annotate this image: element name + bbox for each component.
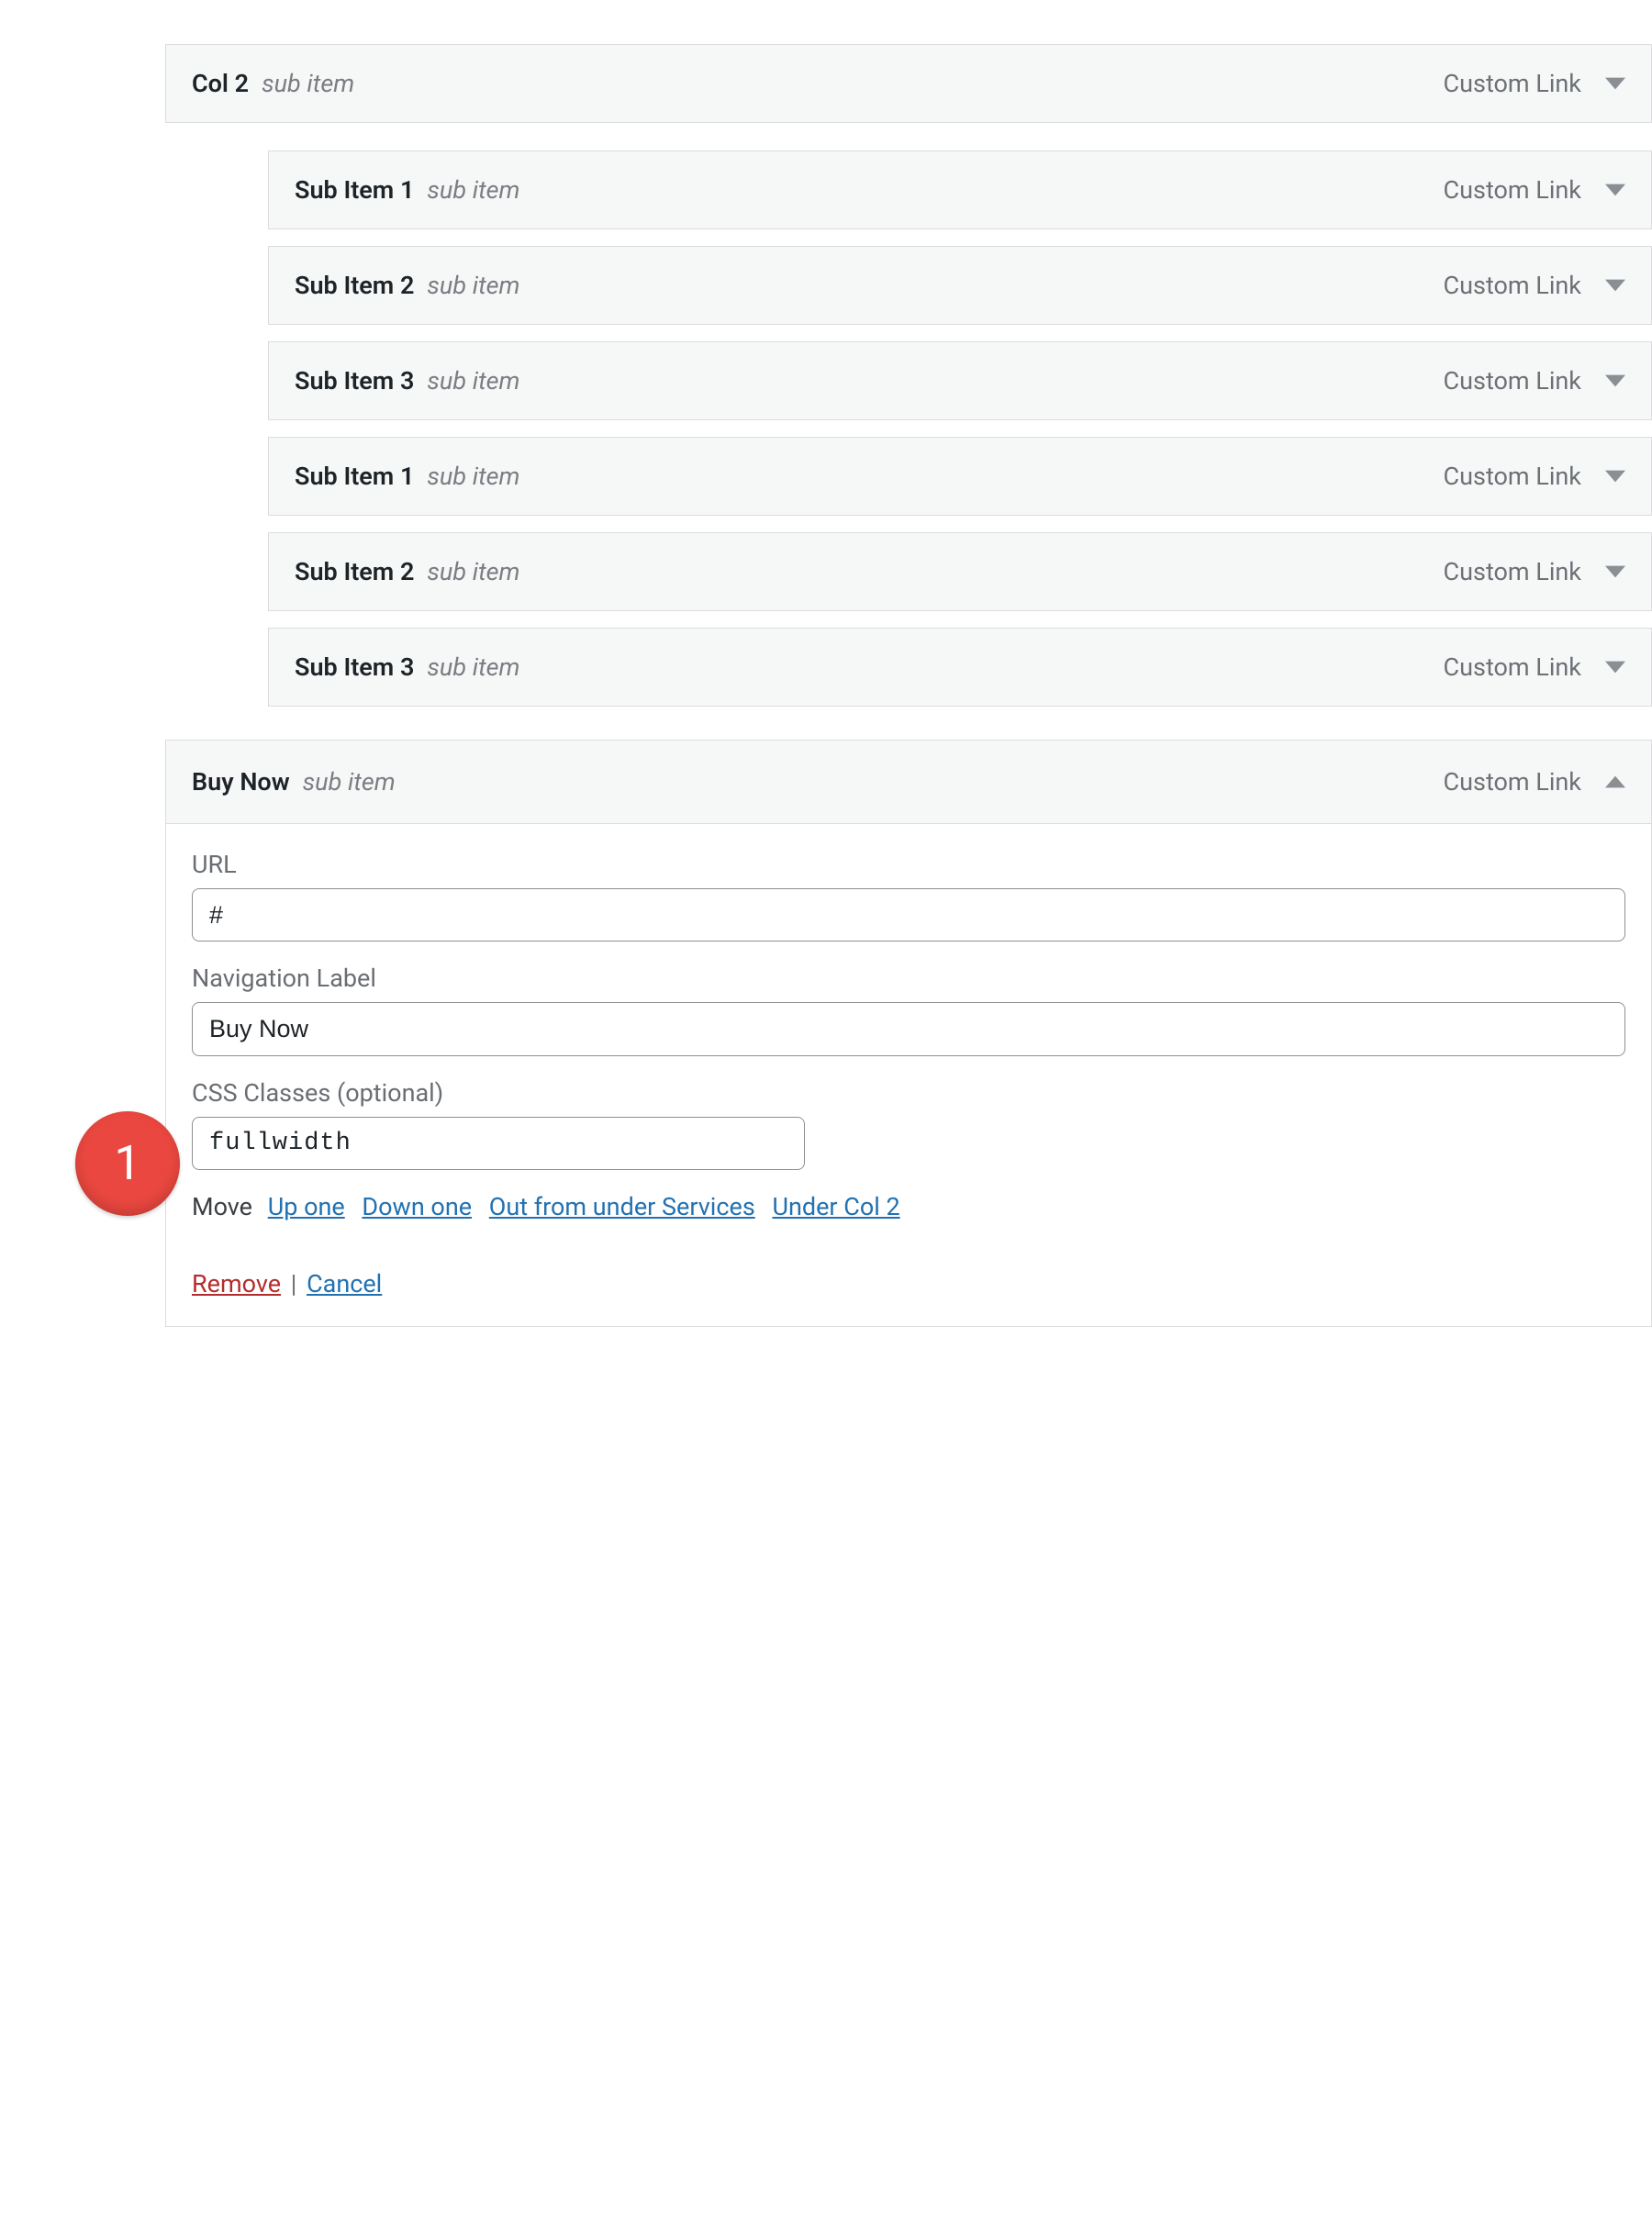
url-input[interactable] <box>192 888 1625 942</box>
css-classes-label: CSS Classes (optional) <box>192 1078 1625 1108</box>
annotation-marker-1: 1 <box>75 1111 180 1216</box>
menu-item-subtitle: sub item <box>262 69 354 98</box>
menu-item-title-group: Sub Item 3 sub item <box>295 366 520 396</box>
menu-item-buy-now-header[interactable]: Buy Now sub item Custom Link <box>165 740 1652 824</box>
caret-up-icon[interactable] <box>1605 775 1625 788</box>
menu-item-sub[interactable]: Sub Item 1 sub item Custom Link <box>268 437 1652 516</box>
menu-item-title: Buy Now <box>192 767 290 797</box>
menu-item-type: Custom Link <box>1444 271 1581 300</box>
menu-item-type: Custom Link <box>1444 767 1581 797</box>
menu-item-right: Custom Link <box>1444 767 1625 797</box>
move-down-one-link[interactable]: Down one <box>362 1192 472 1221</box>
menu-item-title-group: Sub Item 3 sub item <box>295 652 520 682</box>
menu-item-col-2[interactable]: Col 2 sub item Custom Link <box>165 44 1652 123</box>
menu-item-subtitle: sub item <box>427 462 519 491</box>
move-label: Move <box>192 1192 252 1221</box>
menu-item-type: Custom Link <box>1444 366 1581 396</box>
caret-down-icon[interactable] <box>1605 374 1625 387</box>
move-controls: Move Up one Down one Out from under Serv… <box>192 1192 1625 1221</box>
menu-item-subtitle: sub item <box>427 271 519 300</box>
caret-down-icon[interactable] <box>1605 661 1625 674</box>
menu-item-right: Custom Link <box>1444 271 1625 300</box>
menu-item-sub[interactable]: Sub Item 2 sub item Custom Link <box>268 246 1652 325</box>
menu-item-subtitle: sub item <box>303 767 396 797</box>
menu-item-right: Custom Link <box>1444 366 1625 396</box>
menu-item-title-group: Sub Item 2 sub item <box>295 557 520 586</box>
item-actions: Remove | Cancel <box>192 1269 1625 1298</box>
menu-item-title: Sub Item 2 <box>295 271 414 300</box>
separator: | <box>291 1269 297 1298</box>
menu-item-right: Custom Link <box>1444 462 1625 491</box>
navigation-label-label: Navigation Label <box>192 964 1625 993</box>
menu-item-title: Sub Item 2 <box>295 557 414 586</box>
move-out-link[interactable]: Out from under Services <box>489 1192 755 1221</box>
menu-item-title-group: Sub Item 2 sub item <box>295 271 520 300</box>
caret-down-icon[interactable] <box>1605 184 1625 196</box>
menu-item-right: Custom Link <box>1444 557 1625 586</box>
menu-item-sub[interactable]: Sub Item 1 sub item Custom Link <box>268 150 1652 229</box>
navigation-label-input[interactable] <box>192 1002 1625 1055</box>
menu-item-title: Col 2 <box>192 69 249 98</box>
caret-down-icon[interactable] <box>1605 565 1625 578</box>
menu-item-type: Custom Link <box>1444 175 1581 205</box>
menu-item-right: Custom Link <box>1444 652 1625 682</box>
menu-item-title-group: Buy Now sub item <box>192 767 396 797</box>
move-under-link[interactable]: Under Col 2 <box>772 1192 899 1221</box>
menu-item-title-group: Sub Item 1 sub item <box>295 175 520 205</box>
menu-item-type: Custom Link <box>1444 557 1581 586</box>
menu-item-sub[interactable]: Sub Item 3 sub item Custom Link <box>268 628 1652 707</box>
remove-link[interactable]: Remove <box>192 1269 281 1298</box>
menu-item-subtitle: sub item <box>427 652 519 682</box>
menu-item-type: Custom Link <box>1444 462 1581 491</box>
css-classes-input[interactable] <box>192 1117 805 1170</box>
menu-item-right: Custom Link <box>1444 69 1625 98</box>
caret-down-icon[interactable] <box>1605 279 1625 292</box>
menu-item-subtitle: sub item <box>427 557 519 586</box>
menu-item-title-group: Col 2 sub item <box>192 69 354 98</box>
menu-item-type: Custom Link <box>1444 652 1581 682</box>
menu-item-subtitle: sub item <box>427 175 519 205</box>
menu-item-subtitle: sub item <box>427 366 519 396</box>
url-label: URL <box>192 850 1625 879</box>
menu-item-right: Custom Link <box>1444 175 1625 205</box>
menu-item-type: Custom Link <box>1444 69 1581 98</box>
menu-item-settings-panel: URL Navigation Label 1 CSS Classes (opti… <box>165 824 1652 1327</box>
menu-item-title: Sub Item 1 <box>295 175 414 205</box>
menu-item-title: Sub Item 1 <box>295 462 414 491</box>
menu-item-title: Sub Item 3 <box>295 366 414 396</box>
move-up-one-link[interactable]: Up one <box>268 1192 345 1221</box>
cancel-link[interactable]: Cancel <box>307 1269 382 1298</box>
caret-down-icon[interactable] <box>1605 470 1625 483</box>
menu-item-sub[interactable]: Sub Item 3 sub item Custom Link <box>268 341 1652 420</box>
menu-item-title: Sub Item 3 <box>295 652 414 682</box>
caret-down-icon[interactable] <box>1605 77 1625 90</box>
menu-item-sub[interactable]: Sub Item 2 sub item Custom Link <box>268 532 1652 611</box>
menu-item-title-group: Sub Item 1 sub item <box>295 462 520 491</box>
